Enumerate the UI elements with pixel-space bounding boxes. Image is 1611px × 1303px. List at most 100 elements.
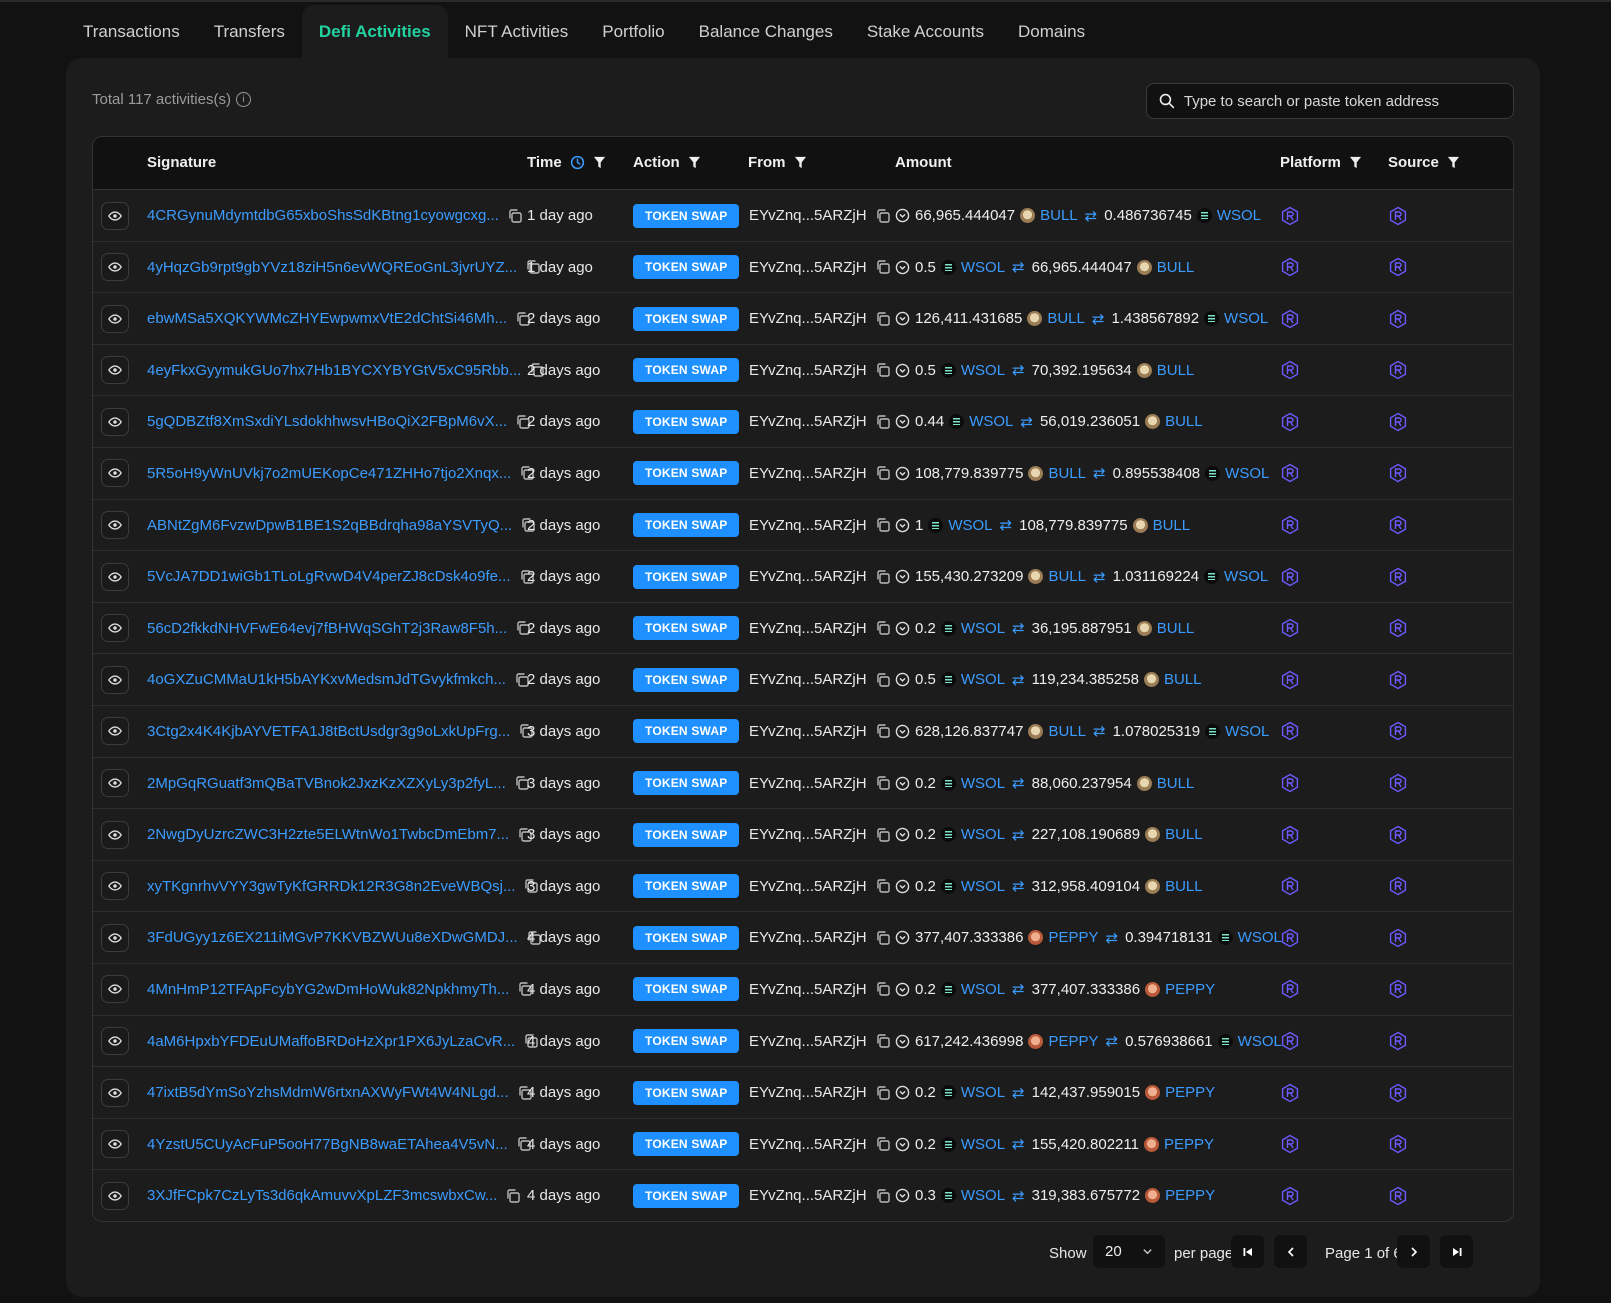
token-in-link[interactable]: WSOL [961, 775, 1005, 792]
token-in-link[interactable]: WSOL [961, 671, 1005, 688]
platform-icon[interactable] [1280, 928, 1300, 948]
source-icon[interactable] [1388, 463, 1408, 483]
view-details-button[interactable] [101, 201, 129, 230]
token-out-link[interactable]: WSOL [1238, 929, 1282, 946]
per-page-select[interactable]: 20 [1093, 1235, 1165, 1268]
view-details-button[interactable] [101, 1078, 129, 1107]
from-address[interactable]: EYvZnq...5ARZjH [749, 413, 867, 430]
platform-icon[interactable] [1280, 670, 1300, 690]
from-address[interactable]: EYvZnq...5ARZjH [749, 1187, 867, 1204]
from-address[interactable]: EYvZnq...5ARZjH [749, 362, 867, 379]
tab-portfolio[interactable]: Portfolio [585, 5, 681, 58]
view-details-button[interactable] [101, 665, 129, 694]
copy-icon[interactable] [875, 1085, 891, 1101]
signature-link[interactable]: 2MpGqRGuatf3mQBaTVBnok2JxzKzXZXyLy3p2fyL… [147, 775, 506, 792]
view-details-button[interactable] [101, 1130, 129, 1159]
token-in-link[interactable]: WSOL [961, 362, 1005, 379]
source-icon[interactable] [1388, 1031, 1408, 1051]
from-address[interactable]: EYvZnq...5ARZjH [749, 620, 867, 637]
token-in-link[interactable]: WSOL [961, 1136, 1005, 1153]
platform-icon[interactable] [1280, 567, 1300, 587]
token-out-link[interactable]: BULL [1157, 775, 1195, 792]
platform-filter-icon[interactable] [1349, 156, 1362, 169]
view-details-button[interactable] [101, 407, 129, 436]
token-in-link[interactable]: WSOL [961, 1187, 1005, 1204]
copy-icon[interactable] [875, 1033, 891, 1049]
action-filter-icon[interactable] [688, 156, 701, 169]
signature-link[interactable]: 4eyFkxGyymukGUo7hx7Hb1BYCXYBYGtV5xC95Rbb… [147, 362, 521, 379]
signature-link[interactable]: 3Ctg2x4K4KjbAYVETFA1J8tBctUsdgr3g9oLxkUp… [147, 723, 510, 740]
source-icon[interactable] [1388, 515, 1408, 535]
platform-icon[interactable] [1280, 309, 1300, 329]
token-out-link[interactable]: BULL [1165, 413, 1203, 430]
info-icon[interactable]: i [235, 92, 251, 107]
token-out-link[interactable]: BULL [1164, 671, 1202, 688]
platform-icon[interactable] [1280, 1031, 1300, 1051]
copy-icon[interactable] [875, 517, 891, 533]
from-address[interactable]: EYvZnq...5ARZjH [749, 929, 867, 946]
source-icon[interactable] [1388, 979, 1408, 999]
from-address[interactable]: EYvZnq...5ARZjH [749, 981, 867, 998]
source-icon[interactable] [1388, 206, 1408, 226]
signature-link[interactable]: 5VcJA7DD1wiGb1TLoLgRvwD4V4perZJ8cDsk4o9f… [147, 568, 511, 585]
from-address[interactable]: EYvZnq...5ARZjH [749, 259, 867, 276]
token-out-link[interactable]: WSOL [1225, 465, 1269, 482]
signature-link[interactable]: 2NwgDyUzrcZWC3H2zte5ELWtnWo1TwbcDmEbm7..… [147, 826, 509, 843]
copy-icon[interactable] [875, 1136, 891, 1152]
signature-link[interactable]: 4CRGynuMdymtdbG65xboShsSdKBtng1cyowgcxg.… [147, 207, 499, 224]
source-icon[interactable] [1388, 876, 1408, 896]
token-out-link[interactable]: PEPPY [1165, 1084, 1215, 1101]
source-icon[interactable] [1388, 618, 1408, 638]
source-icon[interactable] [1388, 412, 1408, 432]
platform-icon[interactable] [1280, 360, 1300, 380]
source-filter-icon[interactable] [1447, 156, 1460, 169]
copy-icon[interactable] [875, 311, 891, 327]
copy-icon[interactable] [875, 930, 891, 946]
platform-icon[interactable] [1280, 1186, 1300, 1206]
platform-icon[interactable] [1280, 773, 1300, 793]
source-icon[interactable] [1388, 567, 1408, 587]
source-icon[interactable] [1388, 721, 1408, 741]
token-in-link[interactable]: BULL [1040, 207, 1078, 224]
view-details-button[interactable] [101, 769, 129, 798]
signature-link[interactable]: 3FdUGyy1z6EX211iMGvP7KKVBZWUu8eXDwGMDJ..… [147, 929, 518, 946]
view-details-button[interactable] [101, 562, 129, 591]
view-details-button[interactable] [101, 614, 129, 643]
copy-icon[interactable] [875, 981, 891, 997]
signature-link[interactable]: ABNtZgM6FvzwDpwB1BE1S2qBBdrqha98aYSVTyQ.… [147, 517, 512, 534]
search-input[interactable] [1183, 92, 1501, 110]
from-address[interactable]: EYvZnq...5ARZjH [749, 1136, 867, 1153]
from-address[interactable]: EYvZnq...5ARZjH [749, 568, 867, 585]
platform-icon[interactable] [1280, 618, 1300, 638]
from-address[interactable]: EYvZnq...5ARZjH [749, 775, 867, 792]
token-out-link[interactable]: BULL [1157, 259, 1195, 276]
tab-transfers[interactable]: Transfers [197, 5, 302, 58]
view-details-button[interactable] [101, 923, 129, 952]
from-address[interactable]: EYvZnq...5ARZjH [749, 207, 867, 224]
token-search[interactable] [1146, 83, 1514, 119]
copy-icon[interactable] [505, 1188, 521, 1204]
next-page-button[interactable] [1397, 1235, 1430, 1268]
copy-icon[interactable] [507, 208, 523, 224]
view-details-button[interactable] [101, 1027, 129, 1055]
from-address[interactable]: EYvZnq...5ARZjH [749, 671, 867, 688]
copy-icon[interactable] [875, 569, 891, 585]
token-in-link[interactable]: PEPPY [1048, 1033, 1098, 1050]
token-in-link[interactable]: WSOL [961, 620, 1005, 637]
signature-link[interactable]: 5gQDBZtf8XmSxdiYLsdokhhwsvHBoQiX2FBpM6vX… [147, 413, 507, 430]
copy-icon[interactable] [875, 672, 891, 688]
platform-icon[interactable] [1280, 876, 1300, 896]
source-icon[interactable] [1388, 1134, 1408, 1154]
copy-icon[interactable] [875, 775, 891, 791]
source-icon[interactable] [1388, 360, 1408, 380]
platform-icon[interactable] [1280, 515, 1300, 535]
token-in-link[interactable]: WSOL [969, 413, 1013, 430]
token-in-link[interactable]: WSOL [961, 878, 1005, 895]
view-details-button[interactable] [101, 820, 129, 849]
platform-icon[interactable] [1280, 257, 1300, 277]
platform-icon[interactable] [1280, 1134, 1300, 1154]
copy-icon[interactable] [875, 414, 891, 430]
prev-page-button[interactable] [1274, 1235, 1307, 1268]
first-page-button[interactable] [1231, 1235, 1264, 1268]
view-details-button[interactable] [101, 872, 129, 901]
